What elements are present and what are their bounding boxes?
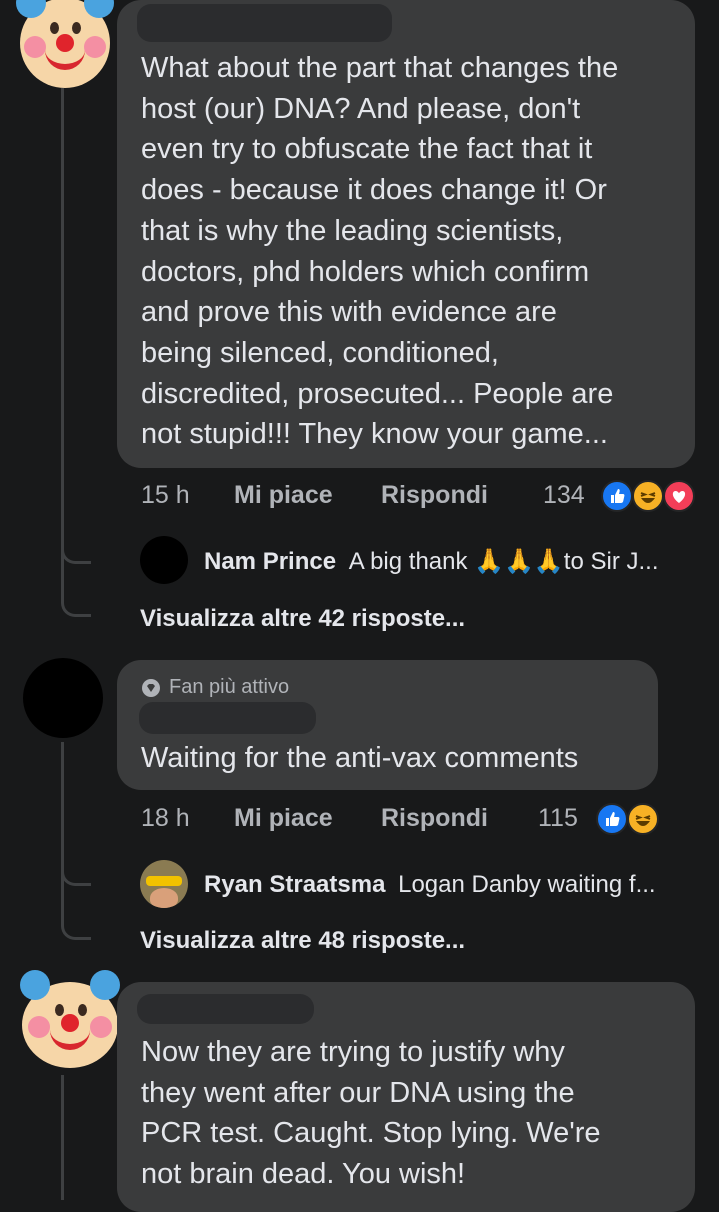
view-more-replies[interactable]: Visualizza altre 48 risposte... [140,927,465,955]
clown-avatar[interactable] [16,0,114,88]
like-button[interactable]: Mi piace [234,804,333,833]
reply-author-name[interactable]: Ryan Straatsma [204,871,385,898]
clown-hair [20,970,50,1000]
clown-eye [78,1004,87,1016]
reply-button[interactable]: Rispondi [381,481,488,510]
thread-branch [61,580,91,617]
clown-cheek [24,36,46,58]
commenter-avatar[interactable] [23,658,103,738]
reply-avatar[interactable] [140,536,188,584]
comment-bubble[interactable]: Now they are trying to justify why they … [117,982,695,1212]
reply-preview[interactable]: Nam Prince A big thank 🙏🙏🙏to Sir J... [204,547,659,576]
clown-eye [55,1004,64,1016]
like-icon [596,803,628,835]
top-fan-badge: Fan più attivo [141,676,289,699]
thread-line [61,1075,64,1200]
diamond-icon [142,678,160,697]
comment-text: Now they are trying to justify why they … [141,1036,601,1191]
reply-preview-text: Logan Danby waiting f... [398,871,656,898]
clown-eye [72,22,81,34]
thread-branch [61,900,91,940]
clown-eye [50,22,59,34]
clown-cheek [28,1016,50,1038]
clown-mouth [50,1024,90,1050]
clown-hair [90,970,120,1000]
comment-text: What about the part that changes the hos… [141,52,619,451]
reply-avatar[interactable] [140,860,188,908]
comment-text: Waiting for the anti-vax comments [141,742,579,774]
clown-cheek [84,36,106,58]
like-button[interactable]: Mi piace [234,481,333,510]
like-icon [601,480,633,512]
clown-hair [84,0,114,18]
redacted-author-name [137,994,314,1024]
love-icon [663,480,695,512]
view-more-replies[interactable]: Visualizza altre 42 risposte... [140,605,465,633]
clown-avatar[interactable] [20,970,120,1068]
reply-button[interactable]: Rispondi [381,804,488,833]
clown-mouth [45,44,85,70]
sunglasses-shape [146,876,182,886]
reaction-count[interactable]: 134 [543,481,585,510]
haha-icon [627,803,659,835]
thread-line [61,742,64,922]
face-shape [150,888,178,908]
redacted-author-name [139,702,316,734]
comment-bubble[interactable]: Fan più attivo Waiting for the anti-vax … [117,660,658,790]
reaction-count[interactable]: 115 [538,804,578,833]
comment-bubble[interactable]: What about the part that changes the hos… [117,0,695,468]
reply-author-name[interactable]: Nam Prince [204,548,336,575]
redacted-author-name [137,4,392,42]
clown-hair [16,0,46,18]
comment-time[interactable]: 18 h [141,804,190,833]
clown-cheek [90,1016,112,1038]
comment-time[interactable]: 15 h [141,481,190,510]
thread-branch [61,520,91,564]
haha-icon [632,480,664,512]
thread-branch [61,840,91,886]
badge-label: Fan più attivo [169,676,290,698]
reply-preview-text: A big thank 🙏🙏🙏to Sir J... [348,548,659,575]
reply-preview[interactable]: Ryan Straatsma Logan Danby waiting f... [204,871,656,899]
